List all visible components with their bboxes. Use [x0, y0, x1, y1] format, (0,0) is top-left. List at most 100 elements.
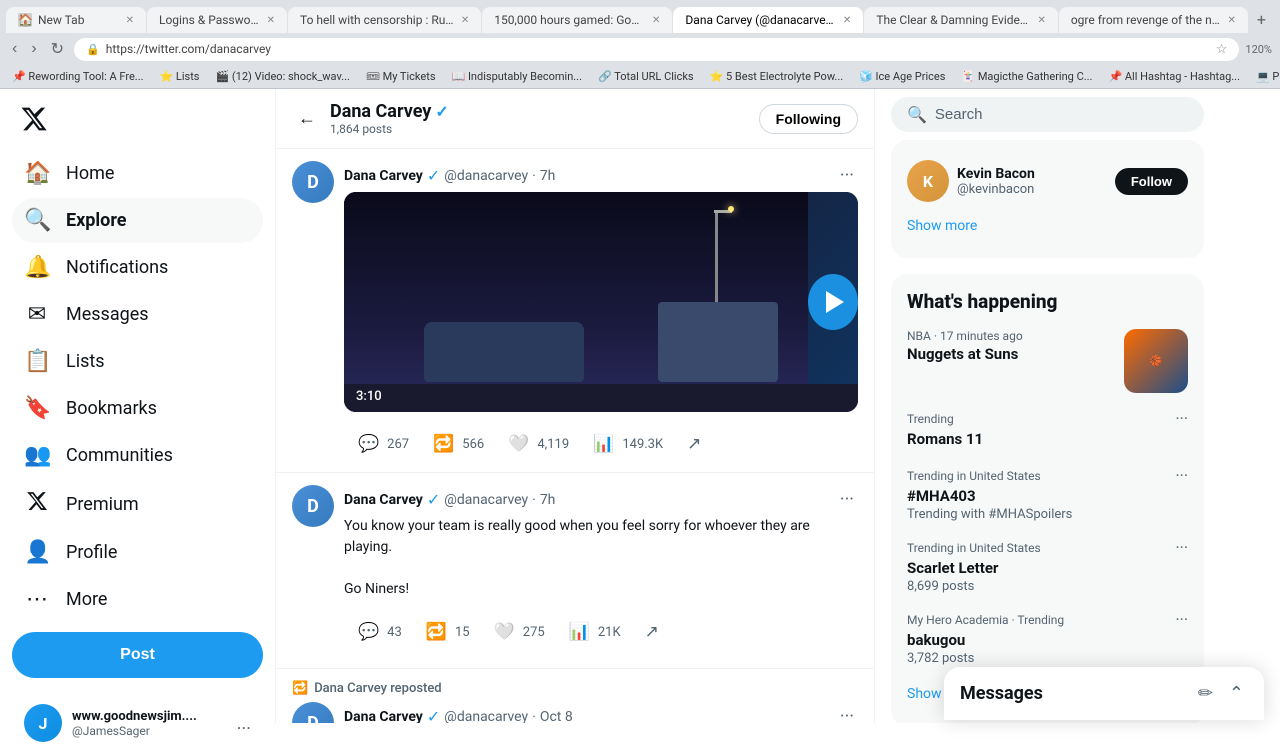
trending-item-romans[interactable]: Trending ··· Romans 11 — [891, 401, 1204, 458]
tab-ogre[interactable]: ogre from revenge of the nerd... ✕ — [1059, 7, 1248, 33]
tab-close-icon[interactable]: ✕ — [461, 15, 469, 26]
sidebar-item-premium[interactable]: Premium — [12, 480, 263, 528]
follow-button[interactable]: Follow — [1115, 168, 1188, 195]
share-action[interactable]: ↗ — [631, 612, 673, 652]
tab-goodreads[interactable]: 150,000 hours gamed: GoodN... ✕ — [482, 7, 672, 33]
compose-icon[interactable]: ✏ — [1194, 679, 1217, 708]
trending-more-icon[interactable]: ··· — [1175, 466, 1188, 485]
sidebar-item-explore[interactable]: 🔍 Explore — [12, 198, 263, 243]
back-button[interactable]: ← — [292, 102, 322, 135]
sidebar-item-messages[interactable]: ✉ Messages — [12, 292, 263, 337]
views-action[interactable]: 📊 21K — [555, 612, 631, 652]
trending-item-mha[interactable]: Trending in United States ··· #MHA403 Tr… — [891, 458, 1204, 530]
x-logo-icon — [20, 105, 48, 133]
like-action[interactable]: 🤍 4,119 — [494, 424, 579, 464]
sidebar-item-label: Bookmarks — [66, 398, 157, 419]
like-action[interactable]: 🤍 275 — [480, 612, 555, 652]
sidebar-logo[interactable] — [12, 97, 263, 145]
address-bar[interactable]: 🔒 https://twitter.com/danacarvey ☆ — [74, 38, 1239, 61]
reply-count: 43 — [387, 625, 402, 640]
post-button[interactable]: Post — [12, 632, 263, 678]
sidebar-item-label: Profile — [66, 542, 117, 563]
center-content: ← Dana Carvey ✓ 1,864 posts Following D … — [275, 89, 875, 723]
tweet-more-icon[interactable]: ··· — [836, 161, 858, 190]
bookmark-ice-age[interactable]: 🧊 Ice Age Prices — [855, 68, 949, 85]
tweet-author-name: Dana Carvey — [344, 492, 423, 508]
sidebar-item-more[interactable]: ⋯ More — [12, 577, 263, 622]
tab-close-icon[interactable]: ✕ — [843, 15, 851, 26]
search-input[interactable] — [935, 106, 1188, 123]
tab-close-icon[interactable]: ✕ — [126, 15, 134, 26]
heart-icon: 🤍 — [504, 430, 533, 458]
bookmark-hashtag[interactable]: 📌 All Hashtag - Hashtag... — [1104, 68, 1244, 85]
following-button[interactable]: Following — [759, 104, 858, 134]
tab-new-tab[interactable]: 🏠 New Tab ✕ — [6, 7, 146, 33]
bookmark-video[interactable]: 🎬 (12) Video: shock_wav... — [211, 68, 353, 85]
share-icon: ↗ — [683, 430, 705, 458]
sidebar: 🏠 Home 🔍 Explore 🔔 Notifications ✉ Messa… — [0, 89, 275, 723]
sidebar-item-profile[interactable]: 👤 Profile — [12, 530, 263, 575]
tab-rumble[interactable]: To hell with censorship : Rumb... ✕ — [288, 7, 481, 33]
play-button[interactable] — [808, 274, 859, 330]
trending-item-bakugou[interactable]: My Hero Academia · Trending ··· bakugou … — [891, 602, 1204, 674]
tab-title: 150,000 hours gamed: GoodN... — [494, 13, 646, 27]
house-element — [658, 302, 778, 382]
tab-close-icon[interactable]: ✕ — [267, 15, 275, 26]
home-icon: 🏠 — [24, 161, 50, 186]
user-profile-row[interactable]: J www.goodnewsjim.... @JamesSager ... — [12, 696, 263, 750]
bookmark-tickets[interactable]: 🎟 My Tickets — [362, 68, 440, 85]
bookmark-magic[interactable]: 🃏 Magicthe Gathering C... — [957, 68, 1096, 85]
forward-nav-button[interactable]: › — [27, 38, 40, 60]
right-sidebar: 🔍 K Kevin Bacon @kevinbacon Follow Show … — [875, 89, 1220, 723]
sidebar-item-label: Home — [66, 163, 114, 184]
trending-item-nba[interactable]: NBA · 17 minutes ago Nuggets at Suns 🏀 — [891, 321, 1204, 401]
new-tab-button[interactable]: + — [1249, 6, 1274, 33]
trending-more-icon[interactable]: ··· — [1175, 409, 1188, 428]
reply-action[interactable]: 💬 267 — [344, 424, 419, 464]
views-action[interactable]: 📊 149.3K — [579, 424, 673, 464]
tweet-more-icon[interactable]: ··· — [836, 485, 858, 514]
sidebar-item-home[interactable]: 🏠 Home — [12, 151, 263, 196]
bookmark-ph[interactable]: 💻 PH-GTX1650-04G | Gr... — [1252, 68, 1280, 85]
bookmark-rewording[interactable]: 📌 Rewording Tool: A Fre... — [8, 68, 148, 85]
tweet-video[interactable]: 3:10 — [344, 192, 858, 412]
sidebar-item-lists[interactable]: 📋 Lists — [12, 339, 263, 384]
reply-action[interactable]: 💬 43 — [344, 612, 412, 652]
star-icon[interactable]: ☆ — [1216, 42, 1228, 57]
tweet-text-line2: Go Niners! — [344, 581, 409, 597]
tab-close-icon[interactable]: ✕ — [1037, 15, 1045, 26]
search-input-wrap[interactable]: 🔍 — [891, 97, 1204, 132]
tab-twitter-dana[interactable]: Dana Carvey (@danacarvey) / X ✕ — [673, 7, 863, 33]
trending-sub: Trending with #MHASpoilers — [907, 507, 1188, 522]
sidebar-item-communities[interactable]: 👥 Communities — [12, 433, 263, 478]
bookmark-indisputably[interactable]: 📖 Indisputably Becomin... — [448, 68, 586, 85]
show-more-link[interactable]: Show more — [891, 206, 1204, 246]
bookmark-url-clicks[interactable]: 🔗 Total URL Clicks — [594, 68, 698, 85]
tab-logins[interactable]: Logins & Passwords ✕ — [147, 7, 287, 33]
collapse-icon[interactable]: ⌃ — [1225, 679, 1248, 708]
reload-button[interactable]: ↻ — [47, 37, 68, 61]
street-element — [344, 384, 858, 412]
tab-close-icon[interactable]: ✕ — [1228, 15, 1236, 26]
messages-float[interactable]: Messages ✏ ⌃ — [944, 667, 1264, 720]
bookmark-lists[interactable]: ⭐ Lists — [156, 68, 204, 85]
tab-close-icon[interactable]: ✕ — [652, 15, 660, 26]
trending-meta: Trending ··· — [907, 409, 1188, 428]
reply-icon: 💬 — [354, 430, 383, 458]
retweet-action[interactable]: 🔁 15 — [412, 612, 480, 652]
nba-item: NBA · 17 minutes ago Nuggets at Suns 🏀 — [907, 329, 1188, 393]
tweet-time: Oct 8 — [540, 709, 573, 724]
share-action[interactable]: ↗ — [673, 424, 715, 464]
trending-more-icon[interactable]: ··· — [1175, 538, 1188, 557]
like-count: 4,119 — [537, 437, 569, 452]
sidebar-item-bookmarks[interactable]: 🔖 Bookmarks — [12, 386, 263, 431]
tab-clear-evidence[interactable]: The Clear & Damning Evidence... ✕ — [864, 7, 1058, 33]
trending-more-icon[interactable]: ··· — [1175, 610, 1188, 629]
tweet-text: You know your team is really good when y… — [344, 516, 858, 600]
sidebar-item-notifications[interactable]: 🔔 Notifications — [12, 245, 263, 290]
user-more-icon[interactable]: ... — [237, 713, 251, 734]
trending-item-scarlet[interactable]: Trending in United States ··· Scarlet Le… — [891, 530, 1204, 602]
bookmark-electrolyte[interactable]: ⭐ 5 Best Electrolyte Pow... — [706, 68, 848, 85]
retweet-action[interactable]: 🔁 566 — [419, 424, 494, 464]
back-nav-button[interactable]: ‹ — [8, 38, 21, 60]
